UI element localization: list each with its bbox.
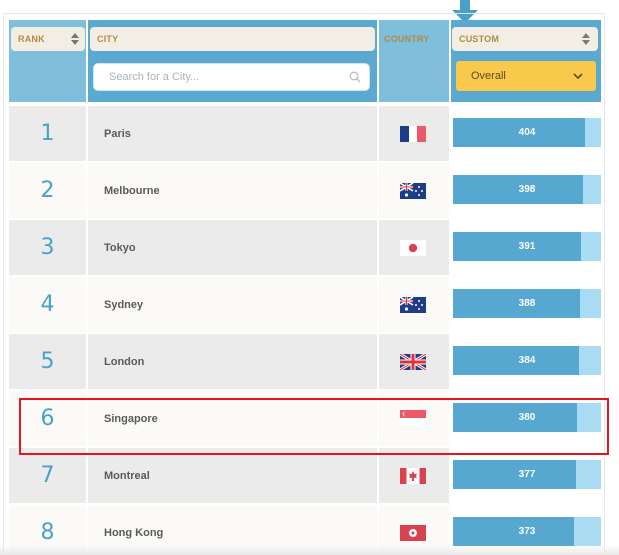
city-header-label: CITY — [97, 34, 119, 44]
japan-flag-icon — [400, 240, 426, 256]
rank-number: 4 — [9, 277, 86, 332]
country-header[interactable]: COUNTRY — [380, 27, 448, 51]
score-cell: 388 — [451, 277, 601, 332]
australia-flag-icon — [400, 297, 426, 313]
sort-icon — [582, 33, 590, 45]
score-bar: 373 — [453, 517, 601, 546]
country-cell — [379, 106, 449, 161]
score-cell: 391 — [451, 220, 601, 275]
highlight-box — [19, 398, 609, 455]
table-row[interactable]: 1 Paris 404 — [9, 106, 601, 161]
score-value: 384 — [518, 355, 536, 366]
score-value: 388 — [518, 298, 536, 309]
score-bar: 391 — [453, 232, 601, 261]
table-row[interactable]: 7 Montreal 377 — [9, 448, 601, 503]
france-flag-icon — [400, 126, 426, 142]
country-header-label: COUNTRY — [384, 34, 430, 44]
score-value: 377 — [518, 469, 536, 480]
uk-flag-icon — [400, 354, 426, 370]
city-name[interactable]: Sydney — [88, 277, 377, 332]
custom-header-label: CUSTOM — [459, 34, 500, 44]
table-row[interactable]: 4 Sydney 388 — [9, 277, 601, 332]
score-value: 391 — [518, 241, 536, 252]
score-bar: 398 — [453, 175, 601, 204]
rank-number: 7 — [9, 448, 86, 503]
city-name[interactable]: Melbourne — [88, 163, 377, 218]
table-row[interactable]: 2 Melbourne 398 — [9, 163, 601, 218]
score-bar: 377 — [453, 460, 601, 489]
score-value: 398 — [518, 184, 536, 195]
score-value: 404 — [518, 127, 536, 138]
custom-filter-select[interactable]: Overall — [456, 61, 596, 91]
search-input[interactable] — [109, 64, 339, 90]
sort-icon — [71, 33, 79, 45]
score-bar: 384 — [453, 346, 601, 375]
rank-sort-button[interactable]: RANK — [11, 27, 85, 51]
search-icon[interactable] — [349, 71, 361, 83]
score-cell: 384 — [451, 334, 601, 389]
table-row[interactable]: 5 London 384 — [9, 334, 601, 389]
chevron-down-icon — [573, 73, 583, 80]
country-cell — [379, 334, 449, 389]
table-row[interactable]: 3 Tokyo 391 — [9, 220, 601, 275]
australia-flag-icon — [400, 183, 426, 199]
rank-number: 3 — [9, 220, 86, 275]
score-cell: 398 — [451, 163, 601, 218]
hongkong-flag-icon — [400, 525, 426, 541]
city-search-box[interactable] — [93, 63, 370, 91]
city-name[interactable]: Montreal — [88, 448, 377, 503]
city-name[interactable]: London — [88, 334, 377, 389]
country-cell — [379, 448, 449, 503]
score-cell: 404 — [451, 106, 601, 161]
rank-header-label: RANK — [18, 34, 45, 44]
bottom-fade — [0, 545, 619, 555]
city-sort-button[interactable]: CITY — [90, 27, 375, 51]
rank-number: 1 — [9, 106, 86, 161]
country-cell — [379, 220, 449, 275]
rank-number: 2 — [9, 163, 86, 218]
country-cell — [379, 163, 449, 218]
canada-flag-icon — [400, 468, 426, 484]
custom-sort-button[interactable]: CUSTOM — [452, 27, 598, 51]
score-value: 373 — [518, 526, 536, 537]
score-cell: 377 — [451, 448, 601, 503]
score-bar: 388 — [453, 289, 601, 318]
rankings-table: RANK CITY COUNTRY CUSTOM Overall — [0, 0, 619, 555]
select-value: Overall — [471, 70, 506, 82]
city-name[interactable]: Tokyo — [88, 220, 377, 275]
rank-number: 5 — [9, 334, 86, 389]
city-name[interactable]: Paris — [88, 106, 377, 161]
country-cell — [379, 277, 449, 332]
score-bar: 404 — [453, 118, 601, 147]
